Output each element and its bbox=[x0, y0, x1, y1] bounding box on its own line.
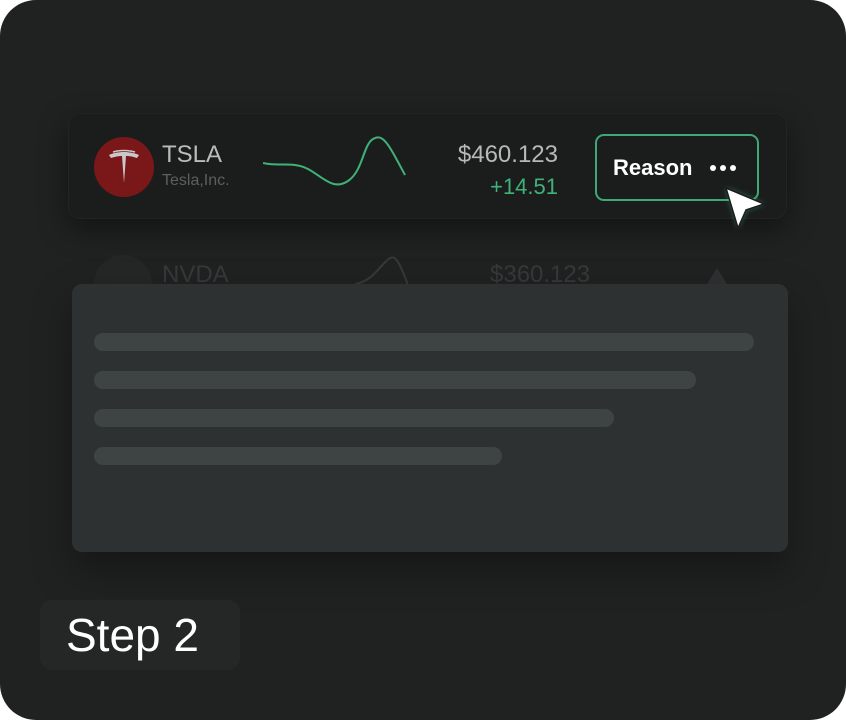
app-frame: NVDA $360.123 TSLA Tesla,Inc. $460.123 +… bbox=[0, 0, 846, 720]
skeleton-line bbox=[94, 447, 502, 465]
price-label: $460.123 bbox=[457, 141, 558, 168]
stock-card-tsla[interactable]: TSLA Tesla,Inc. $460.123 +14.51 Reason bbox=[68, 113, 787, 219]
price-change: +14.51 bbox=[490, 174, 558, 199]
tesla-logo-icon bbox=[94, 137, 154, 197]
ticker-label: TSLA bbox=[162, 141, 223, 168]
step-badge: Step 2 bbox=[40, 600, 240, 670]
reason-popover bbox=[72, 284, 788, 552]
skeleton-line bbox=[94, 371, 696, 389]
sparkline-chart bbox=[263, 136, 406, 186]
skeleton-line bbox=[94, 333, 754, 351]
skeleton-line bbox=[94, 409, 614, 427]
more-dots-icon bbox=[710, 164, 737, 171]
popover-arrow bbox=[707, 268, 727, 284]
cursor-pointer-icon bbox=[725, 187, 765, 229]
reason-button-label: Reason bbox=[613, 154, 693, 180]
company-name: Tesla,Inc. bbox=[162, 172, 230, 189]
